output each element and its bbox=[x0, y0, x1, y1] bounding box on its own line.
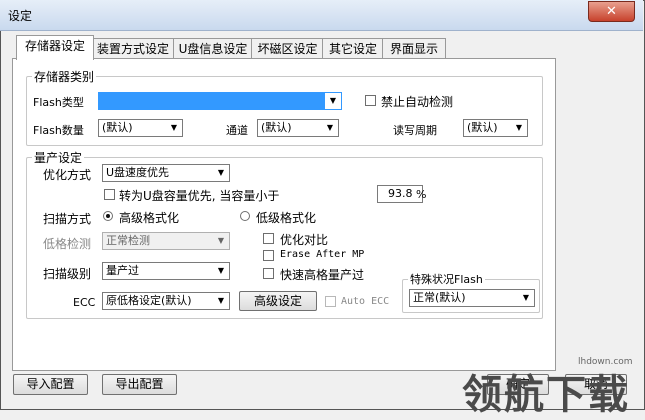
ecc-select[interactable]: 原低格设定(默认) ▼ bbox=[102, 292, 230, 310]
ecc-label: ECC bbox=[73, 296, 96, 309]
disable-autodetect-label: 禁止自动检测 bbox=[381, 95, 454, 109]
chevron-down-icon: ▼ bbox=[213, 293, 229, 309]
erase-after-mp-label: Erase After MP bbox=[280, 249, 365, 260]
scan-mode-label: 扫描方式 bbox=[43, 212, 92, 226]
fast-high-format-label: 快速高格量产过 bbox=[280, 268, 365, 282]
production-legend: 量产设定 bbox=[32, 149, 85, 166]
scan-high-radio[interactable] bbox=[103, 211, 113, 221]
special-flash-select[interactable]: 正常(默认) ▼ bbox=[409, 289, 535, 307]
erase-after-mp-checkbox[interactable] bbox=[263, 250, 274, 261]
optimize-select[interactable]: U盘速度优先 ▼ bbox=[102, 164, 230, 182]
optimize-compare-label: 优化对比 bbox=[280, 233, 329, 247]
title-bar bbox=[0, 0, 643, 31]
optimize-label: 优化方式 bbox=[43, 168, 92, 182]
flash-type-label: Flash类型 bbox=[33, 96, 84, 109]
advanced-settings-button[interactable]: 高级设定 bbox=[239, 291, 317, 311]
channel-select[interactable]: (默认) ▼ bbox=[257, 119, 339, 137]
tab-other[interactable]: 其它设定 bbox=[322, 38, 384, 59]
rw-cycle-select[interactable]: (默认) ▼ bbox=[463, 119, 528, 137]
export-config-button[interactable]: 导出配置 bbox=[102, 374, 177, 395]
special-flash-legend: 特殊状况Flash bbox=[408, 271, 485, 287]
chevron-down-icon: ▼ bbox=[518, 290, 534, 306]
chevron-down-icon: ▼ bbox=[322, 120, 338, 136]
low-check-label: 低格检测 bbox=[43, 237, 92, 251]
scan-high-label: 高级格式化 bbox=[119, 211, 180, 225]
tab-storage[interactable]: 存储器设定 bbox=[16, 35, 94, 60]
scan-level-label: 扫描级别 bbox=[43, 267, 92, 281]
window-title: 设定 bbox=[8, 9, 33, 23]
chevron-down-icon: ▼ bbox=[213, 233, 229, 249]
low-check-select[interactable]: 正常检测 ▼ bbox=[102, 232, 230, 250]
tab-udisk-info[interactable]: U盘信息设定 bbox=[173, 38, 253, 59]
chevron-down-icon: ▼ bbox=[511, 120, 527, 136]
flash-type-select[interactable]: ▼ bbox=[98, 92, 342, 110]
flash-count-label: Flash数量 bbox=[33, 124, 84, 137]
scan-low-radio[interactable] bbox=[240, 211, 250, 221]
tab-ui-display[interactable]: 界面显示 bbox=[382, 38, 446, 59]
import-config-button[interactable]: 导入配置 bbox=[13, 374, 88, 395]
chevron-down-icon: ▼ bbox=[213, 165, 229, 181]
optimize-compare-checkbox[interactable] bbox=[263, 233, 274, 244]
close-button[interactable]: ✕ bbox=[588, 1, 635, 22]
channel-label: 通道 bbox=[226, 124, 248, 137]
rw-cycle-label: 读写周期 bbox=[393, 124, 437, 137]
disable-autodetect-checkbox[interactable] bbox=[365, 95, 376, 106]
auto-ecc-checkbox[interactable] bbox=[325, 296, 336, 307]
scan-low-label: 低级格式化 bbox=[256, 211, 317, 225]
tab-bad-block[interactable]: 坏磁区设定 bbox=[251, 38, 324, 59]
chevron-down-icon: ▼ bbox=[166, 120, 182, 136]
tab-install[interactable]: 装置方式设定 bbox=[91, 38, 175, 59]
convert-capacity-checkbox[interactable] bbox=[104, 189, 115, 200]
convert-unit: % bbox=[416, 188, 427, 201]
convert-capacity-label: 转为U盘容量优先, 当容量小于 bbox=[119, 189, 280, 203]
fast-high-format-checkbox[interactable] bbox=[263, 268, 274, 279]
chevron-down-icon: ▼ bbox=[325, 93, 341, 109]
watermark-logo: 领航下载 bbox=[462, 372, 630, 418]
storage-type-legend: 存储器类别 bbox=[32, 68, 97, 85]
flash-count-select[interactable]: (默认) ▼ bbox=[98, 119, 183, 137]
auto-ecc-label: Auto ECC bbox=[341, 296, 390, 307]
scan-level-select[interactable]: 量产过 ▼ bbox=[102, 262, 230, 280]
chevron-down-icon: ▼ bbox=[213, 263, 229, 279]
